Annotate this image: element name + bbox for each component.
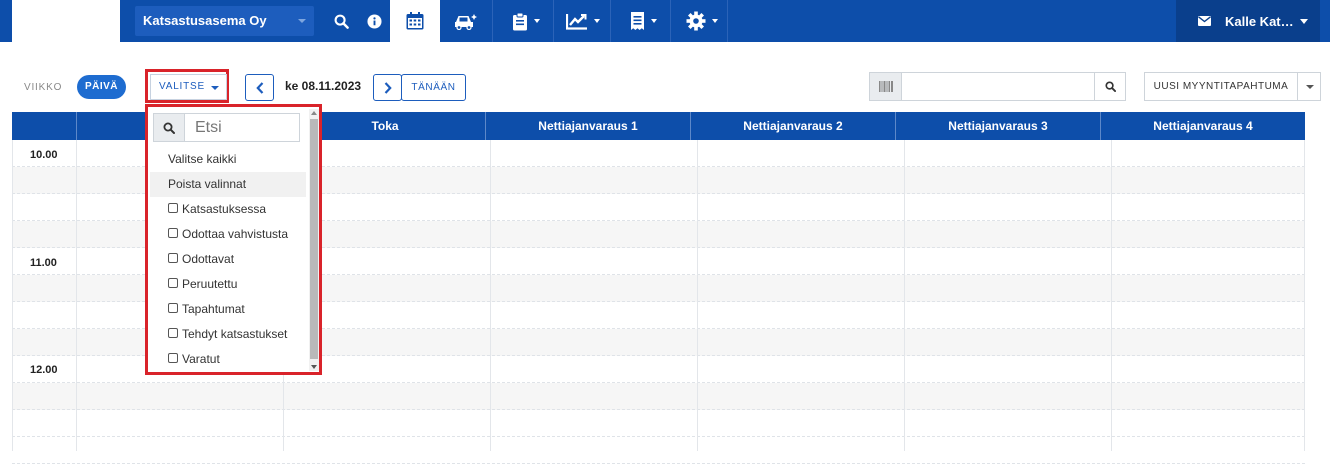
time-label: 10.00 — [30, 149, 58, 161]
select-filter-label: VALITSE — [159, 81, 205, 92]
nav-divider — [610, 0, 611, 42]
filter-option[interactable]: Odottaa vahvistusta — [150, 222, 306, 247]
grid-line — [490, 140, 491, 451]
filter-dropdown: Etsi Valitse kaikki Poista valinnat Kats… — [145, 104, 322, 375]
chevron-right-icon — [384, 81, 392, 94]
filter-option[interactable]: Tapahtumat — [150, 297, 306, 322]
nav-divider — [553, 0, 554, 42]
search-icon[interactable] — [330, 0, 352, 42]
filter-dropdown-list: Etsi Valitse kaikki Poista valinnat Kats… — [150, 109, 308, 371]
scroll-thumb[interactable] — [310, 119, 318, 359]
prev-day-button[interactable] — [245, 74, 274, 101]
company-select[interactable]: Katsastusasema Oy — [135, 6, 314, 36]
user-name: Kalle Kat… — [1225, 13, 1294, 29]
clear-selection-option[interactable]: Poista valinnat — [150, 172, 306, 197]
scroll-up-icon[interactable] — [311, 111, 317, 115]
filter-search-input[interactable]: Etsi — [184, 113, 300, 142]
chevron-down-icon — [594, 19, 600, 23]
filter-option[interactable]: Varatut — [150, 347, 306, 372]
user-menu[interactable]: Kalle Kat… — [1176, 0, 1320, 42]
grid-line — [1304, 140, 1305, 451]
time-label: 11.00 — [30, 257, 57, 269]
receipt-icon[interactable] — [622, 0, 664, 42]
scroll-down-icon[interactable] — [311, 365, 317, 369]
search-icon — [1104, 81, 1116, 92]
company-select-value: Katsastusasema Oy — [143, 13, 267, 28]
search-button[interactable] — [1094, 72, 1126, 101]
filter-option[interactable]: Odottavat — [150, 247, 306, 272]
time-label: 12.00 — [30, 364, 58, 376]
checkbox[interactable] — [168, 202, 178, 213]
checkbox[interactable] — [168, 327, 178, 338]
chevron-down-icon — [1306, 85, 1314, 89]
select-all-option[interactable]: Valitse kaikki — [150, 147, 306, 172]
filter-option-label: Tapahtumat — [182, 302, 245, 316]
filter-option-label: Odottavat — [182, 252, 235, 266]
current-date: ke 08.11.2023 — [285, 79, 362, 93]
chevron-down-icon — [650, 19, 657, 23]
mail-icon — [1198, 16, 1211, 26]
barcode-icon[interactable] — [869, 72, 902, 101]
chevron-down-icon — [298, 19, 306, 23]
chevron-down-icon — [1299, 18, 1308, 24]
grid-line — [697, 140, 698, 451]
chart-icon[interactable] — [562, 0, 604, 42]
calendar-icon[interactable] — [390, 0, 440, 42]
search-icon — [153, 113, 185, 142]
filter-option[interactable]: Katsastuksessa — [150, 197, 306, 222]
car-icon[interactable] — [448, 0, 484, 42]
nav-divider — [492, 0, 493, 42]
new-sale-dropdown-button[interactable] — [1297, 72, 1321, 101]
new-sale-button[interactable]: UUSI MYYNTITAPAHTUMA — [1144, 72, 1297, 101]
top-navbar: Katsastusasema Oy Kalle Kat… — [0, 0, 1330, 42]
checkbox[interactable] — [168, 352, 178, 363]
nav-divider — [670, 0, 671, 42]
chevron-down-icon — [712, 19, 718, 23]
filter-option[interactable]: Peruutettu — [150, 272, 306, 297]
filter-option-label: Katsastuksessa — [182, 202, 267, 216]
checkbox[interactable] — [168, 302, 178, 313]
grid-line — [1111, 140, 1112, 451]
grid-line — [12, 140, 13, 451]
column-header-nettiajanvaraus-1[interactable]: Nettiajanvaraus 1 — [485, 112, 690, 140]
filter-option-label: Varatut — [182, 352, 220, 366]
chevron-left-icon — [255, 81, 263, 94]
chevron-down-icon — [534, 19, 540, 23]
checkbox[interactable] — [168, 277, 178, 288]
column-header-time — [12, 112, 76, 140]
nav-divider — [727, 0, 728, 42]
filter-option-label: Peruutettu — [182, 277, 238, 291]
gear-icon[interactable] — [680, 0, 724, 42]
week-view-toggle[interactable]: VIIKKO — [24, 82, 62, 93]
chevron-down-icon — [211, 86, 219, 90]
info-icon[interactable] — [364, 0, 384, 42]
column-header-nettiajanvaraus-2[interactable]: Nettiajanvaraus 2 — [690, 112, 895, 140]
grid-line — [76, 140, 77, 451]
logo[interactable] — [12, 0, 120, 42]
grid-line — [904, 140, 905, 451]
clipboard-icon[interactable] — [506, 0, 546, 42]
next-day-button[interactable] — [373, 74, 402, 101]
checkbox[interactable] — [168, 227, 178, 238]
filter-option-label: Odottaa vahvistusta — [182, 227, 289, 241]
column-header-nettiajanvaraus-4[interactable]: Nettiajanvaraus 4 — [1100, 112, 1305, 140]
search-input[interactable] — [901, 72, 1095, 101]
day-view-toggle[interactable]: PÄIVÄ — [77, 75, 126, 99]
select-filter-button[interactable]: VALITSE — [150, 74, 227, 100]
dropdown-scrollbar[interactable] — [309, 109, 319, 371]
filter-option[interactable]: Tehdyt katsastukset — [150, 322, 306, 347]
filter-option-label: Tehdyt katsastukset — [182, 327, 288, 341]
today-button[interactable]: TÄNÄÄN — [401, 74, 466, 101]
column-header-nettiajanvaraus-3[interactable]: Nettiajanvaraus 3 — [895, 112, 1100, 140]
checkbox[interactable] — [168, 252, 178, 263]
